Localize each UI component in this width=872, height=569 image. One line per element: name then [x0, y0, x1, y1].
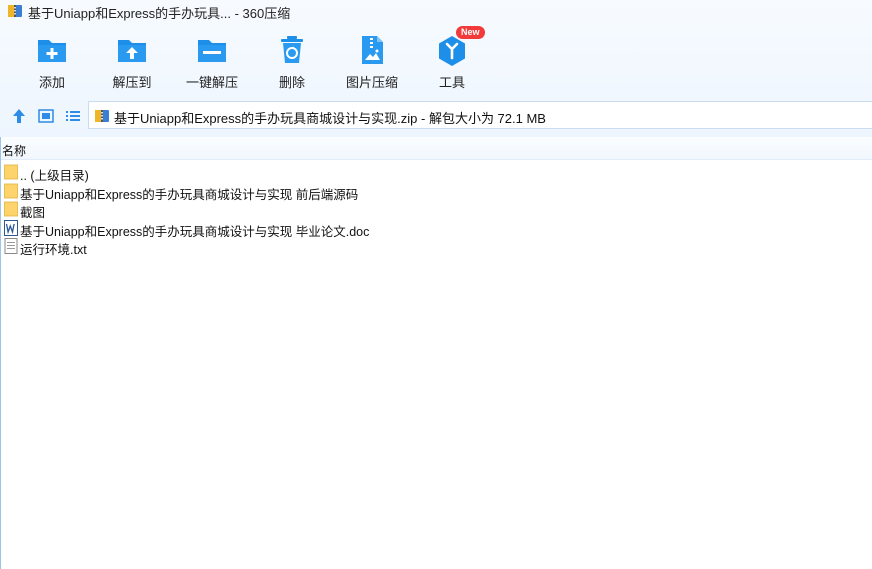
- text-file-icon: [4, 238, 18, 254]
- extract-to-icon: [118, 40, 146, 62]
- new-badge: New: [456, 26, 485, 39]
- app-zip-icon: [8, 5, 22, 17]
- one-click-extract-icon: [198, 40, 226, 62]
- list-item[interactable]: 运行环境.txt: [0, 237, 872, 257]
- list-item[interactable]: 基于Uniapp和Express的手办玩具商城设计与实现 毕业论文.doc: [0, 219, 872, 239]
- add-button[interactable]: 添加: [12, 30, 92, 90]
- delete-icon: [281, 36, 303, 63]
- list-item[interactable]: 截图: [0, 200, 872, 220]
- address-text: 基于Uniapp和Express的手办玩具商城设计与实现.zip - 解包大小为…: [114, 111, 546, 126]
- title-bar: 基于Uniapp和Express的手办玩具... - 360压缩: [0, 0, 872, 22]
- add-icon: [38, 40, 66, 62]
- delete-button[interactable]: 删除: [252, 30, 332, 90]
- file-list: .. (上级目录) 基于Uniapp和Express的手办玩具商城设计与实现 前…: [0, 163, 872, 257]
- folder-icon: [4, 164, 18, 180]
- one-click-extract-button[interactable]: 一键解压: [172, 30, 252, 90]
- folder-icon: [4, 183, 18, 198]
- extract-to-button[interactable]: 解压到: [92, 30, 172, 90]
- folder-icon: [4, 201, 18, 217]
- zip-file-icon: [95, 110, 109, 122]
- window-title: 基于Uniapp和Express的手办玩具... - 360压缩: [28, 6, 291, 21]
- tools-button[interactable]: New 工具: [412, 26, 492, 90]
- list-item[interactable]: 基于Uniapp和Express的手办玩具商城设计与实现 前后端源码: [0, 182, 872, 202]
- column-header-name[interactable]: 名称: [0, 137, 872, 160]
- toolbar: 添加 解压到 一键解压 删除 图片压缩 New 工具: [0, 26, 872, 90]
- image-compress-button[interactable]: 图片压缩: [332, 30, 412, 90]
- address-bar[interactable]: 基于Uniapp和Express的手办玩具商城设计与实现.zip - 解包大小为…: [88, 101, 872, 129]
- thumbnail-view-icon[interactable]: [37, 107, 55, 125]
- list-item-parent-directory[interactable]: .. (上级目录): [0, 163, 872, 183]
- list-view-icon[interactable]: [64, 107, 82, 125]
- word-doc-icon: [4, 219, 18, 236]
- up-arrow-icon[interactable]: [10, 107, 28, 125]
- image-compress-icon: [362, 36, 383, 64]
